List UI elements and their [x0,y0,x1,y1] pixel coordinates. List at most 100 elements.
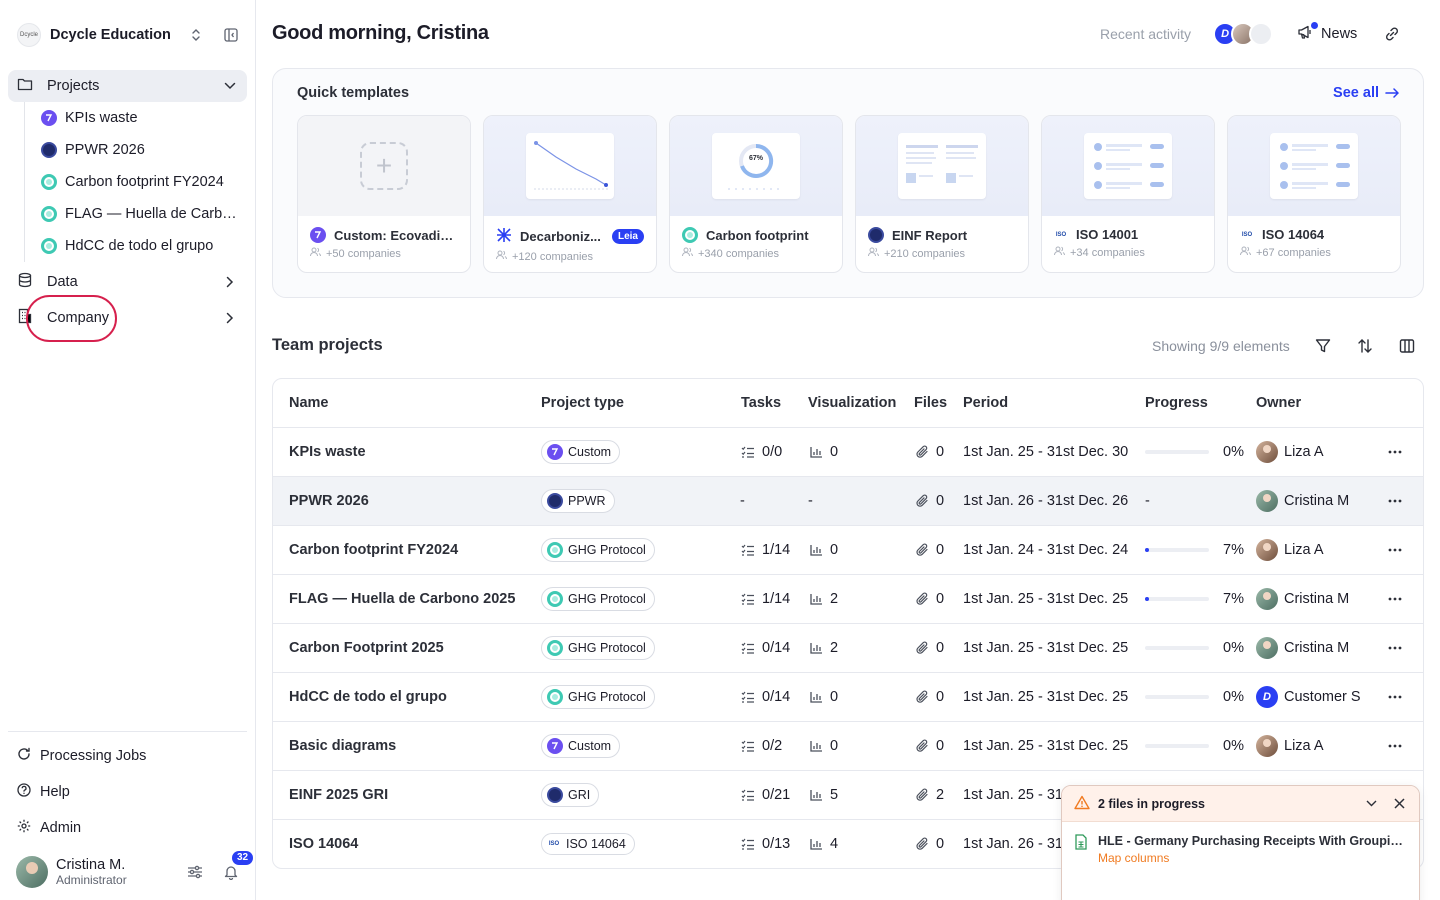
project-type-badge: PPWR [541,489,615,513]
avatar: D [1256,686,1278,708]
table-row[interactable]: HdCC de todo el grupo GHG Protocol 0/14 0 0 1… [273,673,1423,722]
project-name[interactable]: KPIs waste [289,444,366,460]
col-name[interactable]: Name [289,379,329,427]
tasks-count: 0/14 [762,689,791,705]
ghg-project-icon [547,591,563,607]
project-name[interactable]: PPWR 2026 [289,493,369,509]
project-type-badge: Custom [541,440,621,464]
nav-processing-jobs[interactable]: Processing Jobs [17,742,146,770]
table-row[interactable]: Carbon Footprint 2025 GHG Protocol 0/14 2 0 1… [273,624,1423,673]
template-card[interactable]: 67% Carbon footprint +340 companies [669,115,843,273]
nav-data-label: Data [47,274,78,290]
line-chart-preview [526,133,614,199]
sidebar-project-item[interactable]: PPWR 2026 [41,134,237,166]
chevron-up-down-icon[interactable] [189,28,203,42]
nav-admin[interactable]: Admin [17,814,81,842]
col-visualization[interactable]: Visualization [808,379,896,427]
more-options-icon[interactable] [1387,542,1403,558]
user-card[interactable]: Cristina M. Administrator 32 [16,851,254,888]
sidebar-project-label: Carbon footprint FY2024 [65,174,224,190]
sidebar-project-item[interactable]: KPIs waste [41,102,237,134]
template-card[interactable]: ISO ISO 14001 +34 companies [1041,115,1215,273]
project-name[interactable]: Basic diagrams [289,738,396,754]
checklist-preview [1084,133,1172,199]
see-all-link[interactable]: See all [1333,85,1399,101]
template-name: Decarboniz... [520,229,601,244]
collapse-sidebar-icon[interactable] [223,27,239,43]
job-item[interactable]: HLE - Germany Purchasing Receipts With G… [1062,822,1419,865]
table-row[interactable]: Carbon footprint FY2024 GHG Protocol 1/14 0… [273,526,1423,575]
sidebar: Dcycle Dcycle Education Projects KPIs wa… [0,0,256,900]
sliders-icon[interactable] [186,863,204,881]
tasks-count: 0/2 [762,738,783,754]
job-status[interactable]: Map columns [1098,851,1408,865]
bell-icon[interactable]: 32 [222,851,254,881]
progress-bar [1145,646,1209,650]
more-options-icon[interactable] [1387,738,1403,754]
iso-icon: ISO [548,841,560,847]
nav-data[interactable]: Data [8,266,247,298]
nav-company[interactable]: Company [8,302,247,334]
template-card[interactable]: + Custom: Ecovadis, ... +50 companies [297,115,471,273]
avatar-stack[interactable]: D [1213,22,1274,46]
paperclip-icon [914,444,930,460]
template-companies: +67 companies [1256,246,1331,259]
checklist-icon [740,542,756,558]
more-options-icon[interactable] [1387,591,1403,607]
checklist-icon [740,640,756,656]
project-name[interactable]: Carbon footprint FY2024 [289,542,458,558]
col-type[interactable]: Project type [541,379,624,427]
jobs-title: 2 files in progress [1098,796,1205,811]
template-card[interactable]: Decarboniz... Leia +120 companies [483,115,657,273]
link-icon[interactable] [1383,25,1401,43]
plus-icon: + [360,142,408,190]
table-row[interactable]: KPIs waste Custom 0/0 0 0 1st Jan. 25 - 31st … [273,428,1423,477]
nav-projects[interactable]: Projects [8,70,247,102]
more-options-icon[interactable] [1387,640,1403,656]
more-options-icon[interactable] [1387,444,1403,460]
col-files[interactable]: Files [914,379,947,427]
nav-help[interactable]: Help [17,778,70,806]
more-options-icon[interactable] [1387,493,1403,509]
table-row[interactable]: FLAG — Huella de Carbono 2025 GHG Protoco… [273,575,1423,624]
template-card[interactable]: ISO ISO 14064 +67 companies [1227,115,1401,273]
sidebar-project-label: HdCC de todo el grupo [65,238,214,254]
template-card[interactable]: EINF Report +210 companies [855,115,1029,273]
close-icon[interactable] [1391,796,1407,812]
ghg-project-icon [41,206,57,222]
project-type-label: Custom [568,739,612,753]
avatar [1256,588,1278,610]
template-name: Custom: Ecovadis, ... [334,227,458,243]
filter-icon[interactable] [1314,337,1332,355]
period: 1st Jan. 26 - 31s [963,836,1071,852]
bar-chart-icon [808,640,824,656]
col-progress[interactable]: Progress [1145,379,1208,427]
tasks-count: 0/21 [762,787,791,803]
table-row[interactable]: PPWR 2026 PPWR - - 0 1st Jan. 26 - 31st Dec. … [273,477,1423,526]
sidebar-project-item[interactable]: HdCC de todo el grupo [41,230,237,262]
columns-icon[interactable] [1398,337,1416,355]
org-name: Dcycle Education [50,27,171,43]
top-right-actions: Recent activity D News [1100,22,1401,46]
sidebar-project-item[interactable]: Carbon footprint FY2024 [41,166,237,198]
col-owner[interactable]: Owner [1256,379,1301,427]
users-icon [1054,246,1065,259]
col-tasks[interactable]: Tasks [741,379,781,427]
more-options-icon[interactable] [1387,689,1403,705]
progress-percent: 0% [1223,689,1244,705]
project-name[interactable]: Carbon Footprint 2025 [289,640,444,656]
org-switcher[interactable]: Dcycle Dcycle Education [17,23,239,47]
chevron-down-icon[interactable] [1363,796,1379,812]
project-name[interactable]: ISO 14064 [289,836,358,852]
project-type-badge: Custom [541,734,621,758]
news-button[interactable]: News [1297,22,1357,44]
col-period[interactable]: Period [963,379,1008,427]
ghg-project-icon [41,174,57,190]
recent-activity-link[interactable]: Recent activity [1100,26,1191,42]
project-name[interactable]: EINF 2025 GRI [289,787,388,803]
project-name[interactable]: HdCC de todo el grupo [289,689,447,705]
project-name[interactable]: FLAG — Huella de Carbono 2025 [289,591,515,607]
sidebar-project-item[interactable]: FLAG — Huella de Carbono 2025 [41,198,237,230]
table-row[interactable]: Basic diagrams Custom 0/2 0 0 1st Jan. 25 - 3… [273,722,1423,771]
sort-icon[interactable] [1356,337,1374,355]
